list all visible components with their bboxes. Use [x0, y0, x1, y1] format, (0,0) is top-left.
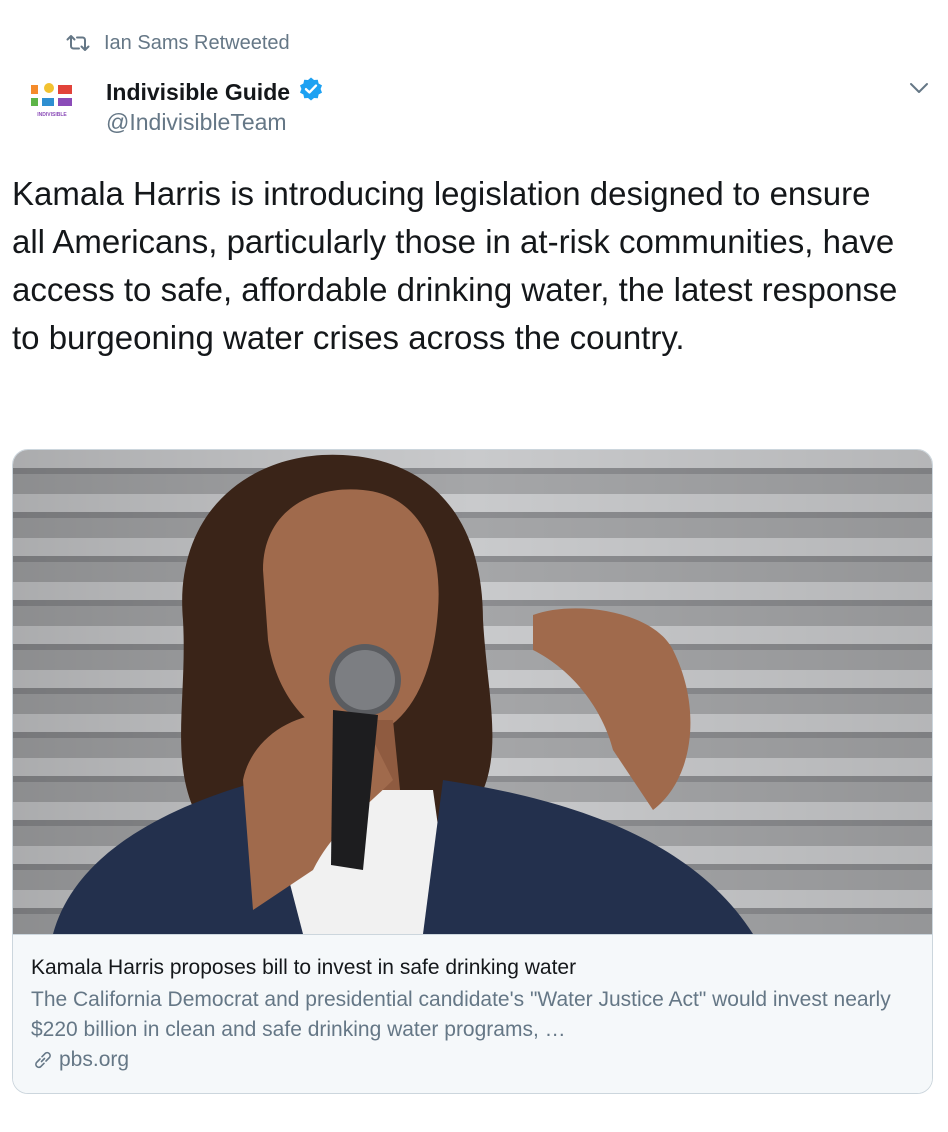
- tweet-menu-button[interactable]: [908, 80, 930, 96]
- card-title[interactable]: Kamala Harris proposes bill to invest in…: [31, 953, 914, 983]
- card-domain-text[interactable]: pbs.org: [59, 1045, 129, 1075]
- avatar[interactable]: INDIVISIBLE: [24, 76, 80, 132]
- verified-badge-icon: [298, 76, 324, 107]
- card-domain[interactable]: pbs.org: [31, 1045, 914, 1075]
- chevron-down-icon: [908, 80, 930, 96]
- article-photo[interactable]: [13, 450, 932, 934]
- card-description: The California Democrat and presidential…: [31, 988, 891, 1041]
- link-icon: [31, 1048, 55, 1072]
- retweet-context[interactable]: Ian Sams Retweeted: [66, 30, 290, 56]
- display-name[interactable]: Indivisible Guide: [106, 77, 290, 107]
- card-body[interactable]: Kamala Harris proposes bill to invest in…: [13, 934, 932, 1093]
- retweet-icon: [66, 33, 90, 53]
- tweet-text: Kamala Harris is introducing legislation…: [12, 175, 898, 356]
- author-info[interactable]: Indivisible Guide @IndivisibleTeam: [106, 76, 324, 137]
- avatar-label: INDIVISIBLE: [37, 112, 67, 118]
- user-handle[interactable]: @IndivisibleTeam: [106, 107, 324, 137]
- retweet-text: Ian Sams Retweeted: [104, 31, 290, 54]
- link-card[interactable]: Kamala Harris proposes bill to invest in…: [12, 449, 933, 1094]
